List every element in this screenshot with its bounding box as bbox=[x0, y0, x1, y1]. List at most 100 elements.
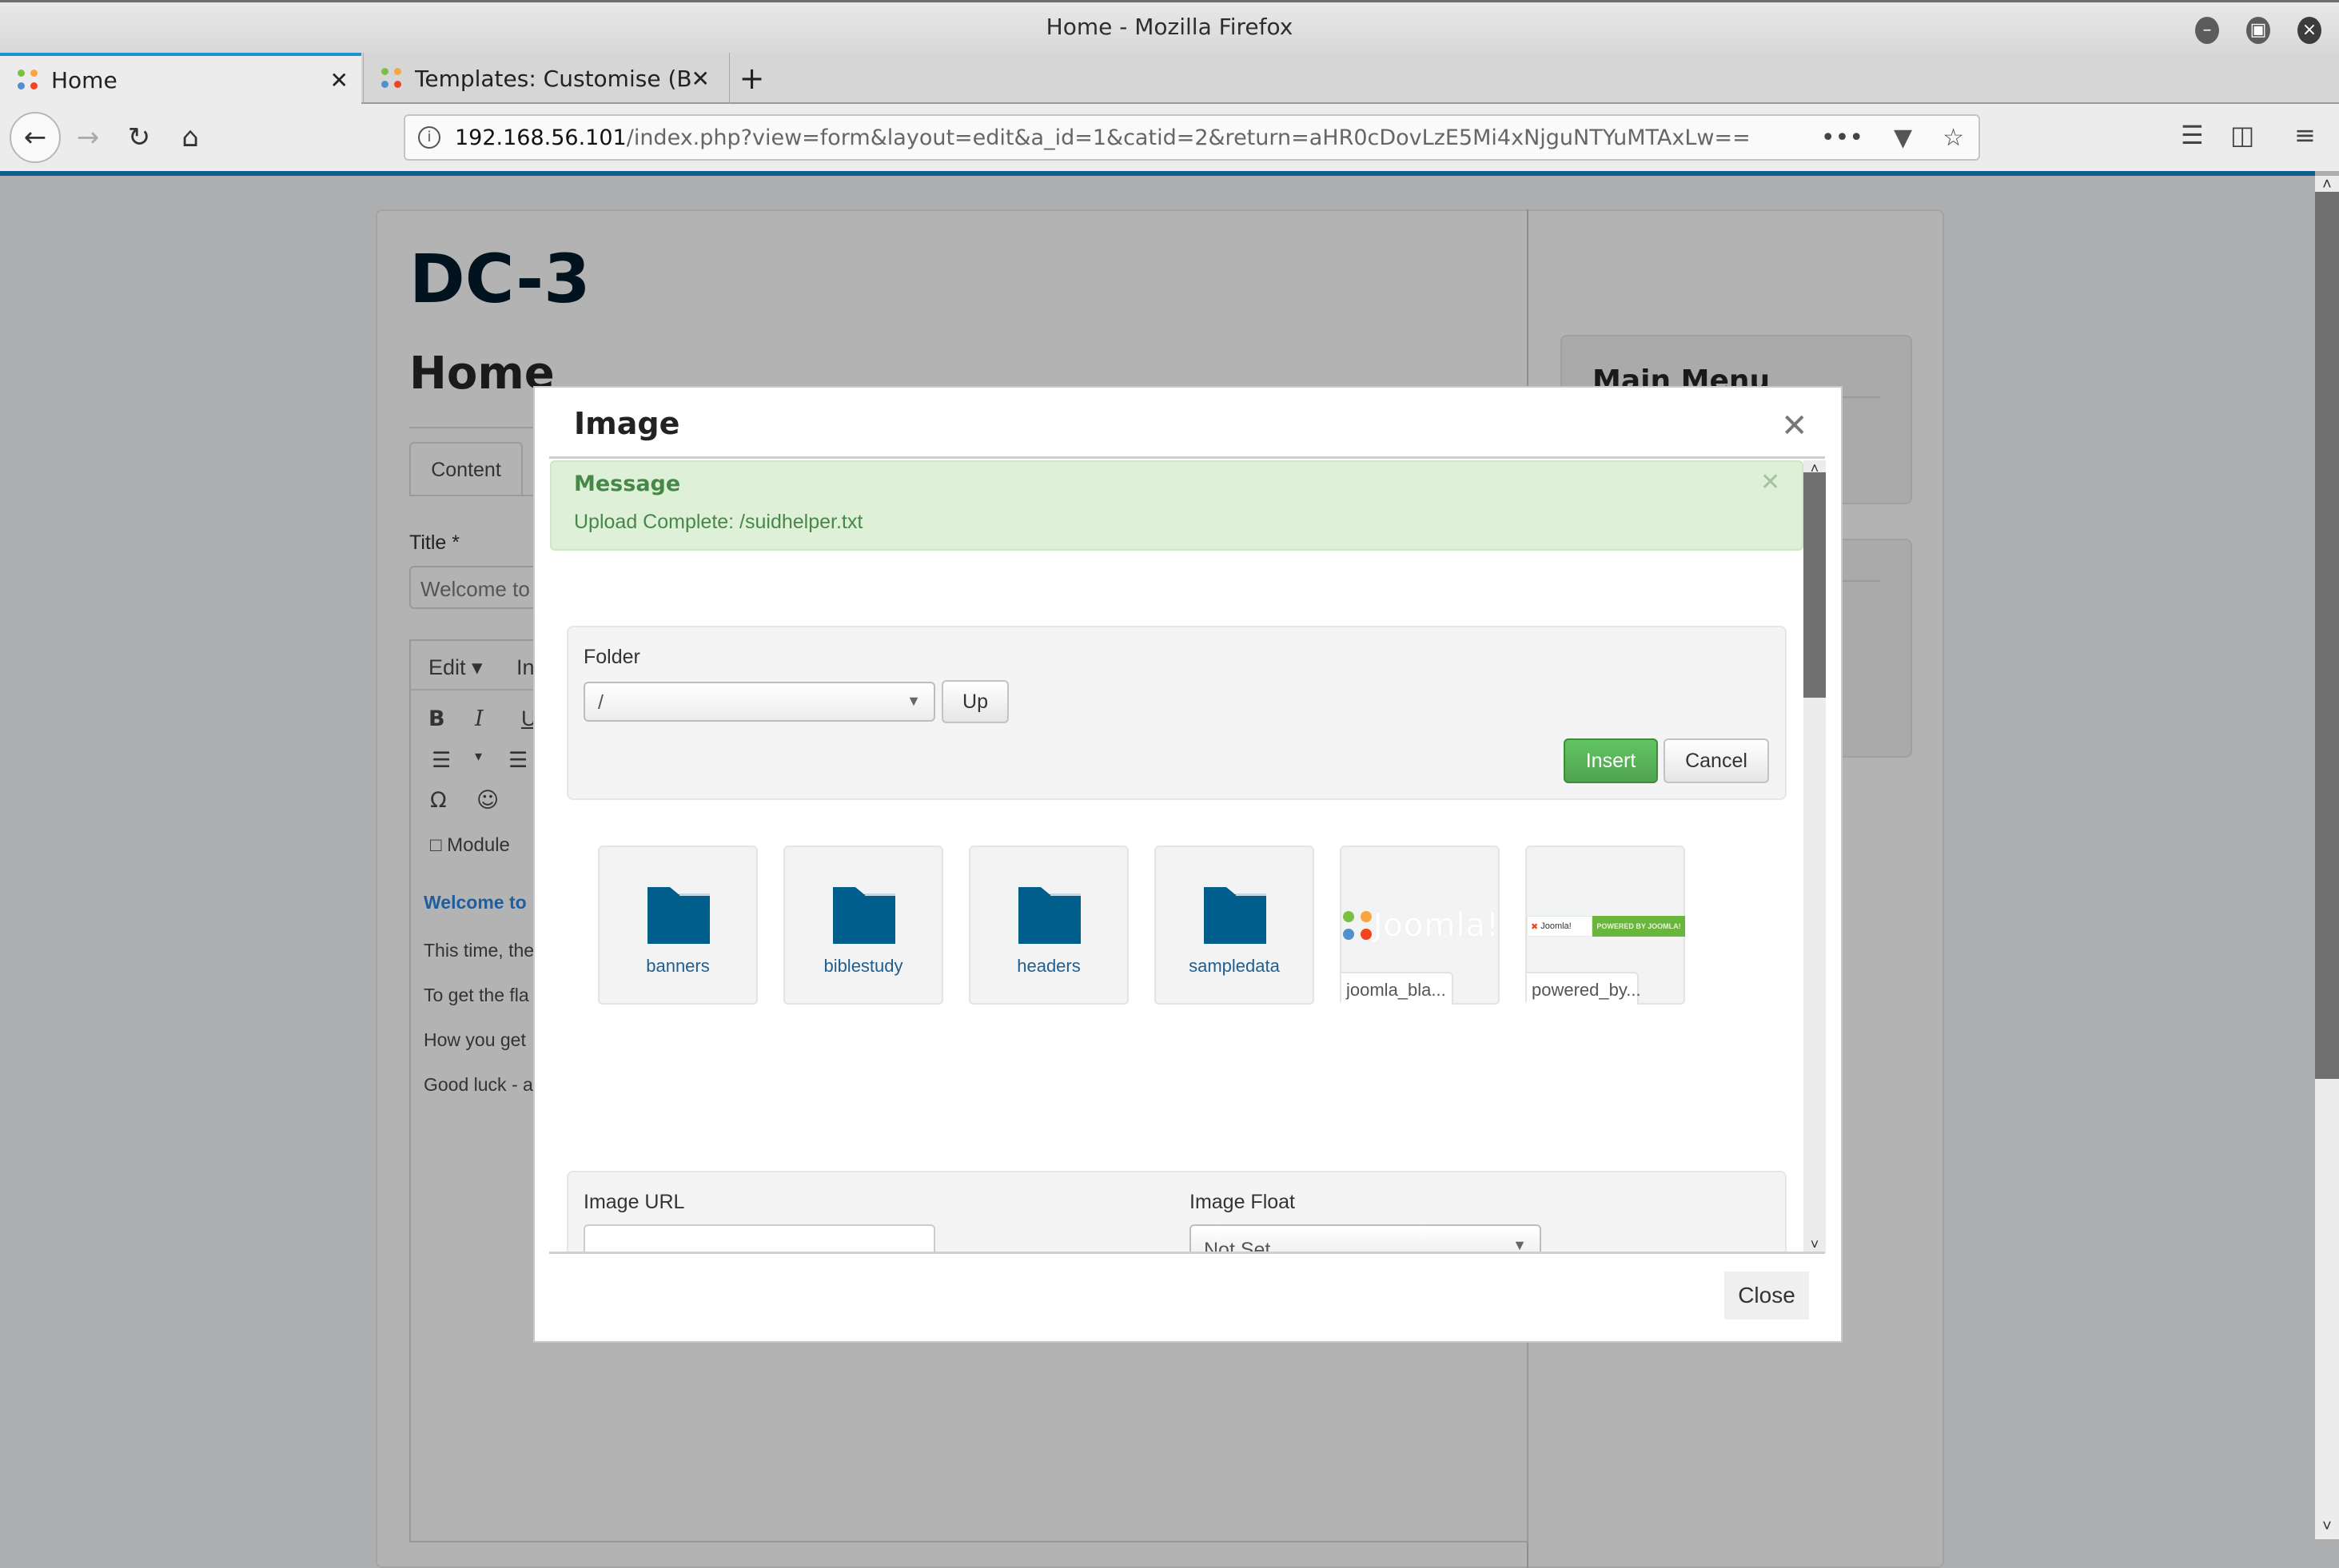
numbered-list-icon[interactable]: ☰ bbox=[508, 748, 528, 773]
cancel-button[interactable]: Cancel bbox=[1664, 738, 1769, 783]
alert-message: Upload Complete: /suidhelper.txt bbox=[574, 511, 863, 533]
bullet-list-icon[interactable]: ☰ bbox=[432, 748, 451, 773]
scroll-down-icon[interactable]: ˅ bbox=[2315, 1518, 2339, 1536]
alert-heading: Message bbox=[574, 472, 681, 496]
joomla-favicon-icon bbox=[16, 68, 40, 92]
modal-scrollbar-thumb[interactable] bbox=[1803, 472, 1826, 698]
tab-label: Templates: Customise (B bbox=[415, 65, 692, 92]
folder-item[interactable]: sampledata bbox=[1154, 846, 1314, 1005]
editor-menu-insert[interactable]: In bbox=[516, 655, 535, 680]
home-button[interactable]: ⌂ bbox=[166, 113, 214, 161]
url-bar[interactable]: i 192.168.56.101/index.php?view=form&lay… bbox=[404, 114, 1980, 161]
image-preview-text: Joomla! bbox=[1540, 921, 1572, 931]
joomla-favicon-icon bbox=[380, 66, 404, 90]
folder-select-value: / bbox=[598, 691, 604, 714]
tab-close-icon[interactable]: ✕ bbox=[330, 67, 349, 94]
special-char-icon[interactable]: Ω bbox=[430, 788, 447, 813]
module-label: Module bbox=[447, 834, 510, 856]
back-icon: ← bbox=[23, 121, 47, 153]
close-icon: × bbox=[2301, 20, 2317, 40]
emoticon-icon[interactable]: ☺ bbox=[476, 788, 499, 813]
modal-close-icon[interactable]: ✕ bbox=[1781, 408, 1808, 444]
close-button[interactable]: Close bbox=[1724, 1272, 1809, 1319]
folder-name[interactable]: headers bbox=[970, 956, 1127, 977]
list-dropdown-icon[interactable]: ▾ bbox=[475, 748, 482, 765]
back-button[interactable]: ← bbox=[10, 112, 61, 163]
editor-paragraph: How you get bbox=[424, 1029, 526, 1050]
maximize-button[interactable]: ▣ bbox=[2246, 17, 2270, 44]
maximize-icon: ▣ bbox=[2249, 20, 2267, 40]
add-module-icon: □ bbox=[430, 834, 442, 856]
tab-home[interactable]: Home ✕ bbox=[0, 53, 361, 104]
window-title: Home - Mozilla Firefox bbox=[1046, 14, 1293, 40]
info-icon[interactable]: i bbox=[418, 126, 440, 149]
folder-icon bbox=[1204, 893, 1266, 944]
folder-item[interactable]: headers bbox=[969, 846, 1129, 1005]
window-titlebar: Home - Mozilla Firefox – ▣ × bbox=[0, 0, 2339, 53]
editor-menu-edit[interactable]: Edit ▾ bbox=[428, 655, 483, 680]
folder-icon bbox=[833, 893, 895, 944]
page-scrollbar[interactable]: ˄ ˅ bbox=[2315, 176, 2339, 1539]
tab-strip: Home ✕ Templates: Customise (B ✕ + bbox=[0, 53, 2339, 104]
forward-button[interactable]: → bbox=[64, 113, 112, 161]
folder-name[interactable]: banners bbox=[600, 956, 756, 977]
hamburger-menu-icon[interactable]: ≡ bbox=[2294, 120, 2316, 150]
tab-close-icon[interactable]: ✕ bbox=[691, 66, 710, 92]
folder-name[interactable]: sampledata bbox=[1156, 956, 1313, 977]
image-name: joomla_bla... bbox=[1341, 972, 1453, 1005]
folder-item[interactable]: banners bbox=[598, 846, 758, 1005]
insert-button[interactable]: Insert bbox=[1564, 738, 1658, 783]
scroll-down-icon[interactable]: ˅ bbox=[1803, 1236, 1826, 1253]
folder-icon bbox=[648, 893, 710, 944]
joomla-logo-icon bbox=[1341, 909, 1372, 941]
image-url-label: Image URL bbox=[584, 1191, 685, 1213]
image-item[interactable]: ✖ Joomla! POWERED BY JOOMLA! powered_by..… bbox=[1525, 846, 1685, 1005]
module-button[interactable]: □ Module bbox=[430, 834, 510, 857]
folder-icon bbox=[1018, 893, 1081, 944]
modal-scrollbar[interactable]: ˄ ˅ bbox=[1803, 460, 1826, 1253]
scrollbar-thumb[interactable] bbox=[2315, 192, 2339, 1079]
library-icon[interactable]: ☰ bbox=[2181, 120, 2204, 150]
image-item[interactable]: Joomla! joomla_bla... bbox=[1340, 846, 1500, 1005]
modal-header-divider bbox=[549, 456, 1825, 459]
image-preview: Joomla! bbox=[1341, 907, 1500, 944]
joomla-logo-icon: ✖ bbox=[1531, 921, 1539, 932]
site-title: DC-3 bbox=[409, 240, 591, 318]
powered-badge: POWERED BY JOOMLA! bbox=[1592, 916, 1685, 937]
minimize-icon: – bbox=[2202, 20, 2212, 40]
image-preview-text: Joomla! bbox=[1373, 907, 1500, 944]
close-window-button[interactable]: × bbox=[2297, 17, 2321, 44]
folder-item[interactable]: biblestudy bbox=[783, 846, 943, 1005]
image-float-label: Image Float bbox=[1189, 1191, 1296, 1213]
editor-paragraph: To get the fla bbox=[424, 985, 529, 1005]
modal-footer-divider bbox=[549, 1252, 1825, 1254]
image-preview: ✖ Joomla! POWERED BY JOOMLA! bbox=[1527, 916, 1685, 937]
sidebar-icon[interactable]: ◫ bbox=[2230, 120, 2254, 150]
up-button[interactable]: Up bbox=[942, 680, 1009, 723]
minimize-button[interactable]: – bbox=[2195, 17, 2219, 44]
editor-heading: Welcome to bbox=[424, 892, 527, 913]
folder-name[interactable]: biblestudy bbox=[785, 956, 942, 977]
reload-button[interactable]: ↻ bbox=[115, 113, 163, 161]
new-tab-button[interactable]: + bbox=[729, 53, 774, 104]
image-name: powered_by... bbox=[1527, 972, 1641, 1005]
chevron-down-icon: ▼ bbox=[907, 693, 921, 709]
title-label: Title * bbox=[409, 531, 460, 554]
bookmark-star-icon[interactable]: ☆ bbox=[1943, 124, 1964, 152]
bold-icon[interactable]: B bbox=[428, 706, 445, 731]
success-alert bbox=[550, 460, 1803, 551]
forward-icon: → bbox=[76, 121, 100, 153]
folder-select[interactable]: / ▼ bbox=[584, 682, 935, 722]
url-host: 192.168.56.101 bbox=[455, 125, 627, 150]
editor-paragraph: This time, the bbox=[424, 940, 535, 961]
tab-content[interactable]: Content bbox=[409, 442, 523, 495]
page-actions-icon[interactable]: ••• bbox=[1821, 124, 1863, 152]
alert-close-icon[interactable]: ✕ bbox=[1760, 468, 1780, 496]
tab-label: Home bbox=[51, 66, 118, 94]
modal-title: Image bbox=[574, 406, 680, 441]
reload-icon: ↻ bbox=[127, 121, 151, 153]
tab-templates[interactable]: Templates: Customise (B ✕ bbox=[363, 53, 723, 104]
italic-icon[interactable]: I bbox=[475, 706, 484, 731]
home-icon: ⌂ bbox=[181, 121, 199, 153]
pocket-icon[interactable]: ▼ bbox=[1894, 124, 1912, 152]
